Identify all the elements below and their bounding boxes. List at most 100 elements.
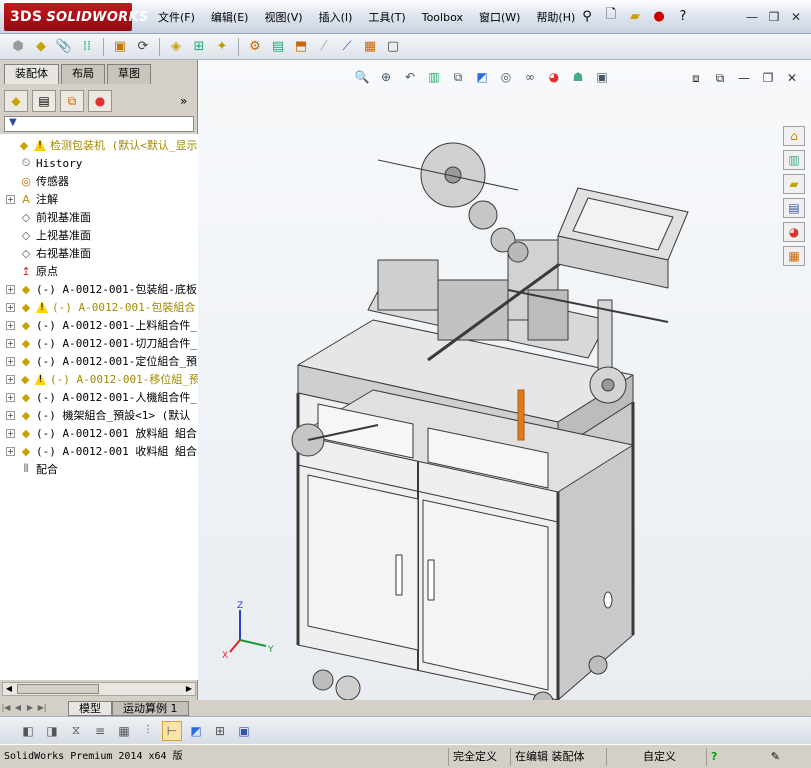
expand-toggle-icon[interactable]: + — [6, 284, 15, 294]
edit-component-icon[interactable]: ⬢ — [8, 37, 28, 57]
expand-toggle-icon[interactable]: + — [6, 320, 15, 330]
expand-toggle-icon[interactable]: + — [6, 392, 15, 402]
lines-grid-icon[interactable]: ▦ — [114, 721, 134, 741]
tree-item[interactable]: + ◆ (-) A-0012-001-人機組合件_ — [0, 388, 198, 406]
tab-model[interactable]: 模型 — [68, 700, 112, 716]
display-style-icon[interactable]: ◎ — [497, 68, 515, 86]
scroll-right-icon[interactable]: ▶ — [183, 683, 195, 695]
status-units[interactable]: 自定义 — [606, 747, 706, 766]
explode-line-icon[interactable]: ⁄ — [314, 37, 334, 57]
table-view-icon[interactable]: ⊞ — [210, 721, 230, 741]
last-tab-icon[interactable]: ▶| — [36, 702, 48, 714]
tab-assembly[interactable]: 装配体 — [4, 64, 59, 84]
expand-toggle-icon[interactable]: + — [6, 410, 15, 420]
section-view-icon[interactable]: ▥ — [425, 68, 443, 86]
feature-manager-icon[interactable]: ◆ — [4, 90, 28, 112]
view-orientation-icon[interactable]: ◩ — [473, 68, 491, 86]
prev-tab-icon[interactable]: ◀ — [12, 702, 24, 714]
menu-item[interactable]: 编辑(E) — [203, 10, 257, 26]
hidden-lines-icon[interactable]: ⧖ — [66, 721, 86, 741]
home-icon[interactable]: ⌂ — [783, 126, 805, 146]
pin-icon[interactable]: ⚲ — [578, 7, 596, 25]
tree-item[interactable]: + ◆! (-) A-0012-001-包裝組合 — [0, 298, 198, 316]
custom-properties-icon[interactable]: ▦ — [783, 246, 805, 266]
design-library-icon[interactable]: ▥ — [783, 150, 805, 170]
viewport-minimize-icon[interactable]: — — [735, 70, 753, 86]
apply-scene-icon[interactable]: ☗ — [569, 68, 587, 86]
tab-sketch[interactable]: 草图 — [107, 64, 151, 84]
interference-icon[interactable]: ⟋ — [337, 37, 357, 57]
expand-toggle-icon[interactable]: + — [6, 338, 15, 348]
view-palette-icon[interactable]: ▤ — [783, 198, 805, 218]
new-motion-study-icon[interactable]: ⚙ — [245, 37, 265, 57]
tree-item[interactable]: ◇ 上视基准面 — [0, 226, 198, 244]
smart-fasteners-icon[interactable]: ▣ — [110, 37, 130, 57]
tree-item[interactable]: + A 注解 — [0, 190, 198, 208]
linear-pattern-icon[interactable]: ⁞⁞ — [77, 37, 97, 57]
menu-item[interactable]: 工具(T) — [360, 10, 413, 26]
close-icon[interactable]: ✕ — [787, 9, 805, 25]
more-tabs-icon[interactable]: » — [180, 94, 187, 108]
document-icon[interactable]: ▢ — [383, 37, 403, 57]
help-icon[interactable]: ? — [674, 7, 692, 25]
property-manager-icon[interactable]: ▤ — [32, 90, 56, 112]
first-tab-icon[interactable]: |◀ — [0, 702, 12, 714]
tree-item[interactable]: ⏲ History — [0, 154, 198, 172]
expand-toggle-icon[interactable]: + — [6, 356, 15, 366]
edit-appearance-icon[interactable]: ◕ — [545, 68, 563, 86]
tree-filter-input[interactable]: ▼ — [4, 116, 194, 132]
viewport-split-icon[interactable]: ⧈ — [687, 70, 705, 86]
dynamic-annotation-icon[interactable]: ⧉ — [449, 68, 467, 86]
next-tab-icon[interactable]: ▶ — [24, 702, 36, 714]
show-hidden-icon[interactable]: ◈ — [166, 37, 186, 57]
configuration-manager-icon[interactable]: ⧉ — [60, 90, 84, 112]
insert-component-icon[interactable]: ◆ — [31, 37, 51, 57]
shaded-edges-icon[interactable]: ◧ — [18, 721, 38, 741]
expand-toggle-icon[interactable]: + — [6, 428, 15, 438]
tree-item[interactable]: ◎ 传感器 — [0, 172, 198, 190]
viewport-close-icon[interactable]: ✕ — [783, 70, 801, 86]
menu-item[interactable]: 窗口(W) — [471, 10, 528, 26]
cube-view-icon[interactable]: ◩ — [186, 721, 206, 741]
minimize-icon[interactable]: — — [743, 9, 761, 25]
status-help-icon[interactable]: ? — [706, 747, 734, 766]
open-folder-icon[interactable]: ▰ — [626, 7, 644, 25]
tangent-edges-icon[interactable]: ⫶ — [138, 721, 158, 741]
menu-item[interactable]: 文件(F) — [150, 10, 203, 26]
menu-item[interactable]: Toolbox — [414, 10, 471, 26]
tree-item[interactable]: + ◆ (-) A-0012-001-定位組合_預 — [0, 352, 198, 370]
tree-item[interactable]: + ◆ (-) A-0012-001-包装組-底板 — [0, 280, 198, 298]
wireframe-icon[interactable]: ≡ — [90, 721, 110, 741]
draft-quality-icon[interactable]: ⊢ — [162, 720, 182, 741]
previous-view-icon[interactable]: ↶ — [401, 68, 419, 86]
mate-icon[interactable]: 📎 — [54, 37, 74, 57]
traffic-light-icon[interactable]: ● — [650, 7, 668, 25]
tree-item[interactable]: ↥ 原点 — [0, 262, 198, 280]
viewport-link-icon[interactable]: ⧉ — [711, 70, 729, 86]
solidworks-logo[interactable]: 3DS SOLIDWORKS — [4, 3, 148, 31]
tree-item[interactable]: ◆! 检测包装机 (默认<默认_显示 — [0, 136, 198, 154]
reference-geometry-icon[interactable]: ✦ — [212, 37, 232, 57]
tree-item[interactable]: ⫴ 配合 — [0, 460, 198, 478]
tab-layout[interactable]: 布局 — [61, 64, 105, 84]
assembly-model[interactable] — [278, 90, 778, 700]
tree-item[interactable]: + ◆ (-) A-0012-001 放料組 組合 — [0, 424, 198, 442]
appearances-icon[interactable]: ◕ — [783, 222, 805, 242]
expand-toggle-icon[interactable]: + — [6, 194, 15, 204]
expand-toggle-icon[interactable]: + — [6, 446, 15, 456]
tree-item[interactable]: + ◆ (-) 機架組合_預設<1> (默认 — [0, 406, 198, 424]
bill-of-materials-icon[interactable]: ▤ — [268, 37, 288, 57]
shaded-icon[interactable]: ◨ — [42, 721, 62, 741]
instant3d-icon[interactable]: ▦ — [360, 37, 380, 57]
tree-horizontal-scrollbar[interactable]: ◀ ▶ — [2, 682, 196, 696]
zoom-to-fit-icon[interactable]: 🔍 — [353, 68, 371, 86]
graphics-area[interactable]: 🔍 ⊕ ↶ ▥ ⧉ ◩ ◎ ∞ ◕ ☗ ▣ ⧈ ⧉ — ❐ ✕ ⌂ ▥ ▰ ▤ … — [198, 60, 811, 700]
view-settings-icon[interactable]: ▣ — [593, 68, 611, 86]
restore-icon[interactable]: ❐ — [765, 9, 783, 25]
zoom-to-area-icon[interactable]: ⊕ — [377, 68, 395, 86]
menu-item[interactable]: 帮助(H) — [528, 10, 583, 26]
tree-item[interactable]: + ◆! (-) A-0012-001-移位組_預 — [0, 370, 198, 388]
status-tag-icon[interactable]: ✎ — [734, 748, 784, 766]
new-document-icon[interactable]: 🗋 — [602, 7, 620, 25]
tree-item[interactable]: + ◆ (-) A-0012-001-切刀組合件_ — [0, 334, 198, 352]
